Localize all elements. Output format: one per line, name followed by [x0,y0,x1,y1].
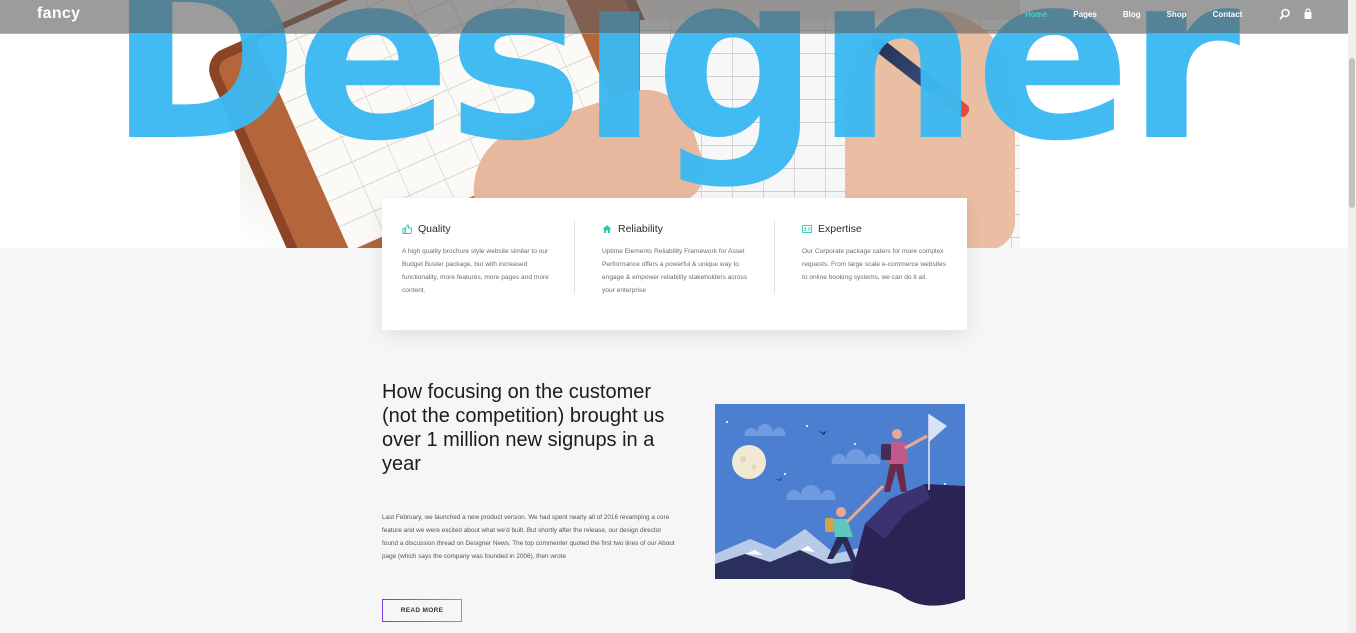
main-nav: Home Pages Blog Shop Contact [1025,10,1268,19]
article-title: How focusing on the customer (not the co… [382,381,665,475]
feature-description: A high quality brochure style website si… [402,248,549,294]
nav-link-pages[interactable]: Pages [1073,10,1097,19]
mountain-climbers-illustration [715,404,965,606]
feature-description: Uptime Elements Reliability Framework fo… [602,248,748,294]
feature-expertise: Expertise Our Corporate package caters f… [802,223,952,284]
bag-icon[interactable] [1302,8,1314,20]
id-card-icon [802,225,812,233]
nav-link-shop[interactable]: Shop [1167,10,1187,19]
navbar: fancy Home Pages Blog Shop Contact [0,0,1348,34]
scrollbar-thumb[interactable] [1349,58,1355,208]
feature-reliability: Reliability Uptime Elements Reliability … [602,223,752,297]
divider [774,220,775,293]
nav-link-blog[interactable]: Blog [1123,10,1141,19]
thumbs-up-icon [402,224,412,234]
feature-title: Expertise [818,223,862,235]
article-body: Last February, we launched a new product… [382,514,675,560]
feature-description: Our Corporate package caters for more co… [802,248,947,281]
nav-link-contact[interactable]: Contact [1213,10,1243,19]
nav-link-home[interactable]: Home [1025,10,1047,19]
features-card: Quality A high quality brochure style we… [382,198,967,330]
site-logo[interactable]: fancy [37,5,80,23]
feature-title: Reliability [618,223,663,235]
page-scrollbar[interactable] [1348,0,1356,633]
divider [574,220,575,293]
feature-title: Quality [418,223,451,235]
search-icon[interactable] [1279,8,1291,20]
feature-quality: Quality A high quality brochure style we… [402,223,552,297]
read-more-button[interactable]: READ MORE [382,599,462,622]
home-icon [602,225,612,233]
